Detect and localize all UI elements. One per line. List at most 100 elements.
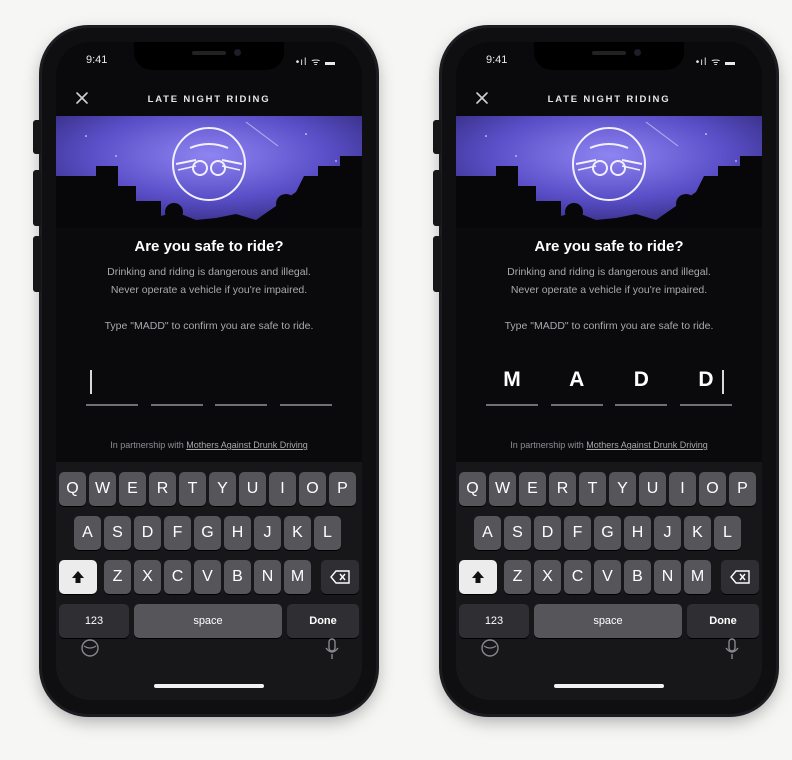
backspace-key[interactable]: [321, 560, 359, 594]
numbers-key[interactable]: 123: [459, 604, 529, 638]
keyboard-row-4: 123 space Done: [56, 604, 362, 638]
key[interactable]: L: [714, 516, 741, 550]
status-time: 9:41: [86, 54, 108, 66]
madd-link[interactable]: Mothers Against Drunk Driving: [586, 440, 708, 450]
key[interactable]: S: [104, 516, 131, 550]
phone-frame-filled: 9:41 •ıl ᯤ ▬ LATE NIGHT RIDING Are you s…: [433, 28, 776, 714]
key[interactable]: X: [534, 560, 561, 594]
key[interactable]: J: [654, 516, 681, 550]
key[interactable]: Q: [459, 472, 486, 506]
key[interactable]: V: [594, 560, 621, 594]
key[interactable]: W: [489, 472, 516, 506]
headline: Are you safe to ride?: [534, 238, 684, 255]
key[interactable]: G: [194, 516, 221, 550]
key[interactable]: F: [564, 516, 591, 550]
code-slot-2[interactable]: [150, 360, 203, 406]
code-slot-1[interactable]: M: [486, 360, 538, 406]
code-slot-4[interactable]: [279, 360, 332, 406]
key[interactable]: D: [534, 516, 561, 550]
done-key[interactable]: Done: [287, 604, 359, 638]
key[interactable]: U: [239, 472, 266, 506]
key[interactable]: Y: [609, 472, 636, 506]
key[interactable]: I: [269, 472, 296, 506]
volume-up-button: [33, 170, 41, 226]
key[interactable]: N: [654, 560, 681, 594]
page-title: LATE NIGHT RIDING: [147, 94, 271, 105]
key[interactable]: O: [299, 472, 326, 506]
key[interactable]: W: [89, 472, 116, 506]
key[interactable]: O: [699, 472, 726, 506]
key[interactable]: H: [224, 516, 251, 550]
hero-illustration: [56, 116, 362, 228]
key[interactable]: T: [179, 472, 206, 506]
key[interactable]: X: [134, 560, 161, 594]
key[interactable]: J: [254, 516, 281, 550]
key[interactable]: Z: [104, 560, 131, 594]
madd-link[interactable]: Mothers Against Drunk Driving: [186, 440, 308, 450]
backspace-key[interactable]: [721, 560, 759, 594]
key[interactable]: Y: [209, 472, 236, 506]
warning-text-line-2: Never operate a vehicle if you're impair…: [510, 284, 708, 296]
mic-icon[interactable]: [324, 638, 340, 660]
page-title: LATE NIGHT RIDING: [547, 94, 671, 105]
key[interactable]: C: [564, 560, 591, 594]
shift-key[interactable]: [459, 560, 497, 594]
code-slot-3[interactable]: [215, 360, 268, 406]
globe-icon[interactable]: [480, 638, 500, 658]
keyboard-row-1: Q W E R T Y U I O P: [56, 472, 362, 506]
key[interactable]: U: [639, 472, 666, 506]
key[interactable]: R: [149, 472, 176, 506]
done-key[interactable]: Done: [687, 604, 759, 638]
code-slot-2[interactable]: A: [550, 360, 603, 406]
code-slot-4[interactable]: D: [679, 360, 732, 406]
key[interactable]: K: [284, 516, 311, 550]
key[interactable]: D: [134, 516, 161, 550]
keyboard-row-1: Q W E R T Y U I O P: [456, 472, 762, 506]
shift-key[interactable]: [59, 560, 97, 594]
key[interactable]: Z: [504, 560, 531, 594]
key[interactable]: Q: [59, 472, 86, 506]
key[interactable]: A: [474, 516, 501, 550]
status-icons: •ıl ᯤ ▬: [295, 57, 336, 68]
home-indicator[interactable]: [554, 684, 664, 688]
key[interactable]: H: [624, 516, 651, 550]
code-input[interactable]: [86, 360, 332, 406]
keyboard: Q W E R T Y U I O P A S D F G H J K L Z …: [56, 462, 362, 700]
globe-icon[interactable]: [80, 638, 100, 658]
space-key[interactable]: space: [534, 604, 682, 638]
key[interactable]: G: [594, 516, 621, 550]
key[interactable]: M: [684, 560, 711, 594]
numbers-key[interactable]: 123: [59, 604, 129, 638]
key[interactable]: B: [624, 560, 651, 594]
key[interactable]: B: [224, 560, 251, 594]
space-key[interactable]: space: [134, 604, 282, 638]
key[interactable]: N: [254, 560, 281, 594]
backspace-icon: [330, 570, 350, 584]
code-input[interactable]: M A D D: [486, 360, 732, 406]
key[interactable]: K: [684, 516, 711, 550]
status-time: 9:41: [486, 54, 508, 66]
key[interactable]: F: [164, 516, 191, 550]
key[interactable]: P: [729, 472, 756, 506]
warning-text-line-1: Drinking and riding is dangerous and ill…: [107, 266, 311, 278]
keyboard-row-3: Z X C V B N M: [56, 560, 362, 594]
home-indicator[interactable]: [154, 684, 264, 688]
partnership-prefix: In partnership with: [110, 440, 184, 450]
code-slot-1[interactable]: [86, 360, 138, 406]
keyboard-row-2: A S D F G H J K L: [56, 516, 362, 550]
key[interactable]: I: [669, 472, 696, 506]
key[interactable]: R: [549, 472, 576, 506]
key[interactable]: S: [504, 516, 531, 550]
key[interactable]: A: [74, 516, 101, 550]
mic-icon[interactable]: [724, 638, 740, 660]
code-slot-3[interactable]: D: [615, 360, 668, 406]
key[interactable]: E: [119, 472, 146, 506]
key[interactable]: L: [314, 516, 341, 550]
key[interactable]: M: [284, 560, 311, 594]
key[interactable]: E: [519, 472, 546, 506]
mute-switch: [433, 120, 441, 154]
key[interactable]: T: [579, 472, 606, 506]
key[interactable]: V: [194, 560, 221, 594]
key[interactable]: C: [164, 560, 191, 594]
key[interactable]: P: [329, 472, 356, 506]
